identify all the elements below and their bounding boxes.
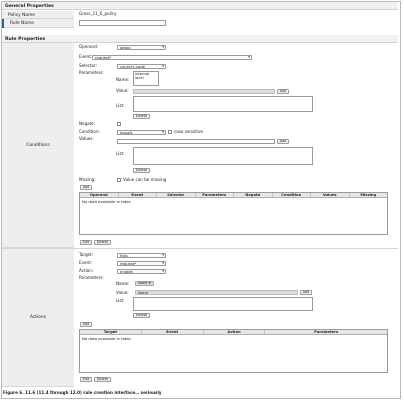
conditions-table: Operand Event Selector Parameters Negate… [79,192,388,235]
chevron-down-icon: ▾ [248,55,250,59]
policy-name-value: Gross_11_6_policy [79,11,117,16]
action-event-label: Event: [79,260,93,265]
chevron-down-icon: ▾ [162,261,164,265]
column-header[interactable]: Target [80,330,142,334]
figure-caption: Figure 6. 11.6 (11.4 through 12.0) rule … [3,390,162,395]
operand-value: geoip [120,45,131,50]
param-list-box[interactable] [133,96,313,112]
values-label: Values: [79,136,94,141]
action-value-input[interactable]: None [135,290,298,295]
column-header[interactable]: Condition [273,193,311,197]
condition-select[interactable]: equals ▾ [117,130,166,135]
negate-checkbox[interactable] [117,122,121,126]
target-label: Target: [79,252,94,257]
column-header[interactable]: Negate [234,193,273,197]
event-value: request* [95,55,112,60]
rule-name-label: Rule Name [4,19,74,28]
column-header[interactable]: Action [204,330,266,334]
param-name-label: Name: [116,77,130,82]
column-header[interactable]: Event [142,330,204,334]
actions-table: Target Event Action Parameters No data a… [79,329,388,373]
chevron-down-icon: ▾ [162,269,164,273]
operand-label: Operand: [79,44,99,49]
values-list-box[interactable] [133,147,313,165]
column-header[interactable]: Parameters [196,193,234,197]
missing-label: Missing: [79,177,96,182]
case-sensitive-checkbox[interactable] [168,130,172,134]
condition-value: equals [120,130,133,135]
param-add-button[interactable]: Add [277,89,289,94]
condition-edit-button[interactable]: Edit [80,240,92,245]
missing-checkbox[interactable] [117,178,121,182]
selector-value: country-code [120,64,145,69]
param-delete-button[interactable]: Delete [133,114,150,119]
action-name-value: None [138,281,148,285]
event-label: Event: [79,54,93,59]
action-list-box[interactable] [133,297,313,311]
rule-name-input[interactable] [79,20,166,26]
column-header[interactable]: Missing [350,193,388,197]
chevron-down-icon: ▾ [162,64,164,68]
operand-select[interactable]: geoip ▾ [117,45,166,50]
condition-delete-button[interactable]: Delete [94,240,111,245]
action-parameters-label: Parameters: [79,275,104,280]
chevron-down-icon: ▾ [148,281,151,285]
column-header[interactable]: Selector [157,193,196,197]
action-value-value: None [138,290,148,295]
chevron-down-icon: ▾ [162,253,164,257]
parameters-label: Parameters: [79,70,104,75]
condition-label: Condition: [79,129,100,134]
param-value-input[interactable] [133,89,275,94]
target-select[interactable]: http ▾ [117,253,166,258]
condition-table-add-button[interactable]: Add [80,185,92,190]
actions-table-empty: No data available in table [82,336,131,341]
policy-name-label: Policy Name [2,11,74,19]
selector-label: Selector: [79,63,98,68]
values-add-button[interactable]: Add [277,139,289,144]
param-list-label: List: [116,103,125,108]
action-label: Action: [79,268,94,273]
missing-checkbox-label: Value can be missing [123,177,167,182]
selector-select[interactable]: country-code ▾ [117,64,166,69]
chevron-down-icon: ▾ [162,130,164,134]
action-value: enable [120,269,133,274]
case-sensitive-label: case sensitive [174,129,203,134]
column-header[interactable]: Event [119,193,157,197]
action-name-select[interactable]: None ▾ [135,281,154,286]
action-select[interactable]: enable ▾ [117,269,166,274]
target-value: http [120,253,128,258]
values-list-label: List: [116,151,125,156]
rule-properties-heading: Rule Properties [2,35,398,43]
param-name-option[interactable]: local [135,76,157,80]
action-list-label: List: [116,298,125,303]
action-event-select[interactable]: request* ▾ [117,261,166,266]
negate-label: Negate: [79,121,96,126]
general-properties-heading: General Properties [2,2,398,10]
param-value-label: Value: [116,88,129,93]
column-header[interactable]: Values [311,193,350,197]
actions-label: Actions [29,315,47,320]
values-input[interactable] [117,139,275,144]
action-event-value: request* [120,261,137,266]
conditions-section: Conditions [2,43,74,248]
action-delete-button[interactable]: Delete [94,377,111,382]
param-name-listbox[interactable]: internal local [133,71,159,86]
conditions-label: Conditions [26,142,50,148]
column-header[interactable]: Operand [80,193,119,197]
action-param-delete-button[interactable]: Delete [133,313,150,318]
action-name-label: Name: [116,281,130,286]
action-table-add-button[interactable]: Add [80,322,92,327]
values-delete-button[interactable]: Delete [133,168,150,173]
actions-section: Actions [2,249,74,387]
conditions-table-empty: No data available in table [82,199,131,204]
section-divider [2,248,398,249]
column-header[interactable]: Parameters [265,330,387,334]
chevron-down-icon: ▾ [162,45,164,49]
action-edit-button[interactable]: Edit [80,377,92,382]
action-value-label: Value: [116,290,129,295]
event-select[interactable]: request* ▾ [92,55,252,60]
action-param-add-button[interactable]: Add [300,290,312,295]
